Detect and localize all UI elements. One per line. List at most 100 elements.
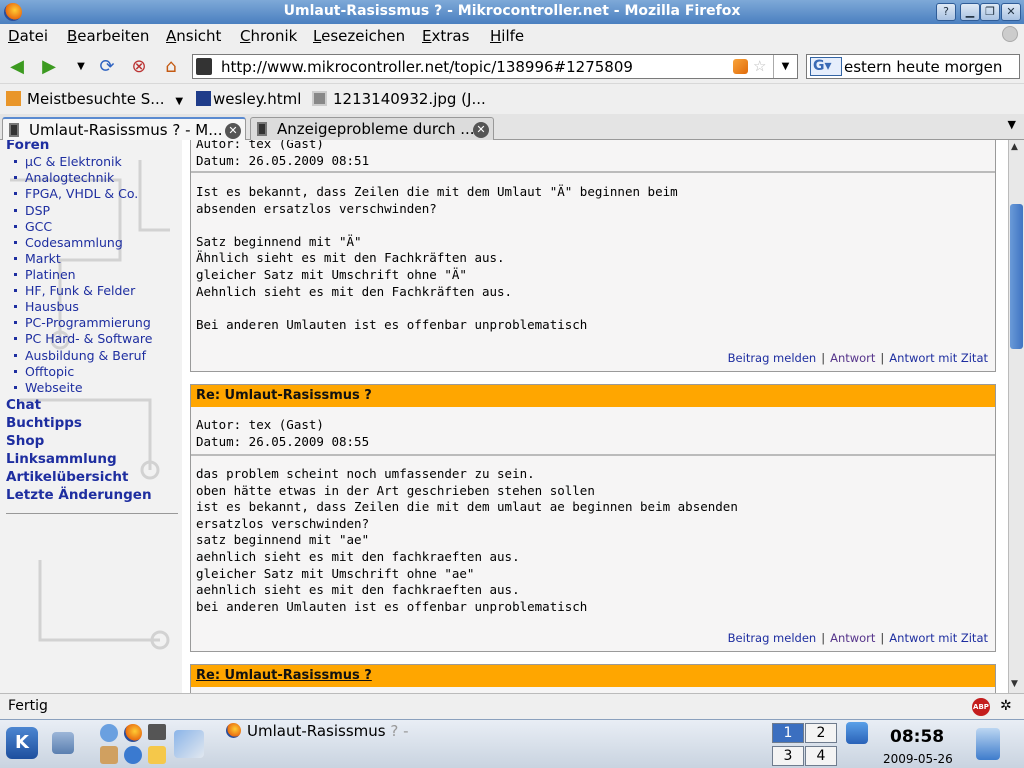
sidebar-link-letzte-aenderungen[interactable]: Letzte Änderungen <box>6 487 152 503</box>
bookmarks-toolbar: Meistbesuchte S... ▼ wesley.html 1213140… <box>0 84 1024 114</box>
reply-quote-link[interactable]: Antwort mit Zitat <box>889 631 988 645</box>
report-post-link[interactable]: Beitrag melden <box>728 631 817 645</box>
pager-desktop-1[interactable]: 1 <box>772 723 804 743</box>
home-folder-icon[interactable] <box>100 746 118 764</box>
maximize-icon[interactable]: ❐ <box>980 3 1000 21</box>
klipper-icon[interactable] <box>846 722 868 744</box>
editor-launcher-icon[interactable] <box>174 730 204 758</box>
sidebar-item-fpga[interactable]: FPGA, VHDL & Co. <box>14 186 138 201</box>
sidebar-link-shop[interactable]: Shop <box>6 433 44 449</box>
sidebar-item-hf-funk[interactable]: HF, Funk & Felder <box>14 283 135 298</box>
sidebar-item-pc-programmierung[interactable]: PC-Programmierung <box>14 315 151 330</box>
menu-extras[interactable]: Extras <box>422 27 469 45</box>
rss-feed-icon[interactable] <box>733 59 748 74</box>
sidebar-item-uc-elektronik[interactable]: µC & Elektronik <box>14 154 122 169</box>
bookmark-star-icon[interactable]: ☆ <box>753 57 766 75</box>
menu-datei[interactable]: Datei <box>8 27 48 45</box>
reload-icon[interactable]: ⟳ <box>96 56 118 78</box>
scroll-down-icon[interactable]: ▼ <box>1011 679 1018 689</box>
bookmark-wesley[interactable]: wesley.html <box>196 90 301 108</box>
trash-icon[interactable] <box>976 728 1000 760</box>
sidebar-item-codesammlung[interactable]: Codesammlung <box>14 235 123 250</box>
sidebar-link-buchtipps[interactable]: Buchtipps <box>6 415 82 431</box>
taskbar-window-button[interactable]: Umlaut-Rasissmus ? - <box>226 722 409 740</box>
terminal-icon[interactable] <box>148 724 166 740</box>
pager-desktop-4[interactable]: 4 <box>805 746 837 766</box>
reply-quote-link[interactable]: Antwort mit Zitat <box>889 351 988 365</box>
sidebar-item-hausbus[interactable]: Hausbus <box>14 299 79 314</box>
post-title: Re: Umlaut-Rasissmus ? <box>191 385 995 407</box>
extension-gear-icon[interactable]: ✲ <box>1000 698 1012 714</box>
tab-umlaut-rasissmus[interactable]: Umlaut-Rasissmus ? - M... ✕ <box>2 117 246 141</box>
kde-menu-icon[interactable]: K <box>6 727 38 759</box>
files-icon[interactable] <box>148 746 166 764</box>
url-input[interactable]: http://www.mikrocontroller.net/topic/138… <box>221 58 633 76</box>
sidebar-item-pc-hardware[interactable]: PC Hard- & Software <box>14 331 152 346</box>
forum-post: Re: Umlaut-Rasissmus ? Autor: tex (Gast)… <box>190 384 996 652</box>
post-body: Ist es bekannt, dass Zeilen die mit dem … <box>196 184 678 332</box>
scroll-up-icon[interactable]: ▲ <box>1011 142 1018 152</box>
help-icon[interactable] <box>100 724 118 742</box>
page-content: Foren µC & Elektronik Analogtechnik FPGA… <box>0 140 1008 693</box>
post-actions: Beitrag melden | Antwort | Antwort mit Zitat <box>727 351 988 365</box>
clock-time[interactable]: 08:58 <box>890 727 944 747</box>
history-dropdown-icon[interactable]: ▼ <box>70 56 92 78</box>
bookmark-jpg[interactable]: 1213140932.jpg (J... <box>312 90 486 108</box>
sidebar-item-platinen[interactable]: Platinen <box>14 267 76 282</box>
sidebar-link-linksammlung[interactable]: Linksammlung <box>6 451 117 467</box>
close-tab-icon[interactable]: ✕ <box>473 122 489 138</box>
sidebar-item-dsp[interactable]: DSP <box>14 203 50 218</box>
sidebar-link-chat[interactable]: Chat <box>6 397 41 413</box>
google-search-engine-icon[interactable]: G▾ <box>810 57 842 76</box>
sidebar-item-webseite[interactable]: Webseite <box>14 380 83 395</box>
stop-icon[interactable]: ⊗ <box>128 56 150 78</box>
page-scrollbar[interactable]: ▲ ▼ <box>1008 140 1024 693</box>
pager-desktop-3[interactable]: 3 <box>772 746 804 766</box>
firefox-task-icon <box>226 723 241 738</box>
close-tab-icon[interactable]: ✕ <box>225 123 241 139</box>
menu-chronik[interactable]: Chronik <box>240 27 297 45</box>
post-date: Datum: 26.05.2009 08:55 <box>196 433 370 449</box>
report-post-link[interactable]: Beitrag melden <box>728 351 817 365</box>
sidebar-link-artikeluebersicht[interactable]: Artikelübersicht <box>6 469 128 485</box>
post-title-link[interactable]: Re: Umlaut-Rasissmus ? <box>191 665 995 687</box>
url-bar[interactable]: http://www.mikrocontroller.net/topic/138… <box>192 54 798 79</box>
search-input[interactable]: estern heute morgen <box>844 58 1002 76</box>
reply-link[interactable]: Antwort <box>830 351 875 365</box>
sidebar-item-analogtechnik[interactable]: Analogtechnik <box>14 170 114 185</box>
sidebar-item-offtopic[interactable]: Offtopic <box>14 364 74 379</box>
home-icon[interactable]: ⌂ <box>160 56 182 78</box>
sidebar-item-ausbildung[interactable]: Ausbildung & Beruf <box>14 348 146 363</box>
tab-list-dropdown-icon[interactable]: ▼ <box>1008 118 1016 131</box>
forum-post: Autor: tex (Gast) Datum: 26.05.2009 08:5… <box>190 140 996 372</box>
sidebar-item-gcc[interactable]: GCC <box>14 219 52 234</box>
pager-desktop-2[interactable]: 2 <box>805 723 837 743</box>
search-box[interactable]: G▾ estern heute morgen <box>806 54 1020 79</box>
forward-arrow-icon[interactable]: ▶ <box>38 56 60 78</box>
throbber-icon <box>1002 26 1018 42</box>
desktop-icon[interactable] <box>52 732 74 754</box>
tab-anzeigeprobleme[interactable]: Anzeigeprobleme durch ... ✕ <box>250 117 494 140</box>
browser-launcher-icon[interactable] <box>124 746 142 764</box>
menu-hilfe[interactable]: Hilfe <box>490 27 524 45</box>
sidebar-item-markt[interactable]: Markt <box>14 251 61 266</box>
back-arrow-icon[interactable]: ◀ <box>6 56 28 78</box>
help-window-icon[interactable]: ? <box>936 3 956 21</box>
menu-bearbeiten[interactable]: Bearbeiten <box>67 27 149 45</box>
page-icon <box>196 91 211 106</box>
minimize-icon[interactable]: ▁ <box>960 3 980 21</box>
window-titlebar[interactable]: Umlaut-Rasissmus ? - Mikrocontroller.net… <box>0 0 1024 24</box>
url-dropdown-icon[interactable]: ▼ <box>773 55 797 78</box>
scrollbar-thumb[interactable] <box>1010 204 1023 349</box>
tab-bar: Umlaut-Rasissmus ? - M... ✕ Anzeigeprobl… <box>0 114 1024 141</box>
adblock-icon[interactable]: ABP <box>972 698 990 716</box>
close-window-icon[interactable]: ✕ <box>1001 3 1021 21</box>
site-identity-icon[interactable] <box>196 58 212 75</box>
sidebar-heading-foren[interactable]: Foren <box>6 140 49 153</box>
reply-link[interactable]: Antwort <box>830 631 875 645</box>
bookmark-meistbesuchte[interactable]: Meistbesuchte S... ▼ <box>6 90 183 108</box>
folder-icon <box>6 91 21 106</box>
firefox-launcher-icon[interactable] <box>124 724 142 742</box>
menu-ansicht[interactable]: Ansicht <box>166 27 221 45</box>
menu-lesezeichen[interactable]: Lesezeichen <box>313 27 405 45</box>
